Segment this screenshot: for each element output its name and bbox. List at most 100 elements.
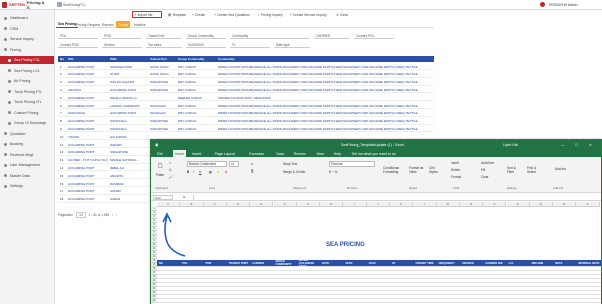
sidebar-item-group-of-surcharge[interactable]: Group Of Surcharge (0, 119, 54, 127)
excel-tab-home[interactable]: Home (172, 150, 187, 157)
addins-button[interactable]: Add-ins (555, 167, 566, 171)
column-header[interactable]: L (413, 202, 437, 207)
sidebar-item-sea-pricing-lcl[interactable]: Sea Pricing LCL (0, 67, 54, 75)
column-header[interactable]: R (553, 202, 577, 207)
conditional-formatting-button[interactable]: Conditional Formatting (383, 166, 405, 174)
group-commodity-filter[interactable]: Group Commodity (186, 33, 226, 39)
col-pol[interactable]: POL (68, 56, 74, 62)
date-to-input[interactable]: To (230, 42, 270, 48)
align-top-icon[interactable]: ≡ (251, 162, 253, 166)
format-painter-icon[interactable]: 🖌 (169, 175, 173, 179)
paste-button[interactable]: Paste (156, 173, 164, 177)
create-service-inquiry-button[interactable]: + Create Service Inquiry (288, 11, 329, 18)
sidebar-item-revenue-mngt[interactable]: Revenue Mngt (0, 151, 54, 159)
col-transit-port[interactable]: Transit Port (150, 56, 167, 62)
font-name-select[interactable]: Barlow Condensed (187, 161, 227, 167)
column-header[interactable]: E (250, 202, 274, 207)
excel-tab-view[interactable]: View (314, 150, 326, 157)
sidebar-item-settings[interactable]: Settings (0, 182, 54, 190)
column-header[interactable]: J (366, 202, 390, 207)
excel-tab-file[interactable]: File (155, 150, 165, 157)
table-row[interactable]: 4 JAKARTA HOCHIMINH PORT SINGAPORE DRY CARGO… (58, 86, 434, 94)
column-header[interactable]: Q (529, 202, 554, 207)
delete-cells-button[interactable]: Delete (451, 168, 460, 172)
sidebar-item-master-data[interactable]: Master Data (0, 172, 54, 180)
sidebar-item-truck-pricing-ftl[interactable]: Truck Pricing FTL (0, 88, 54, 96)
sidebar-item-user-management[interactable]: User Management (0, 161, 54, 169)
column-header[interactable]: P (506, 202, 530, 207)
tax-sales-filter[interactable]: Tax sales (146, 42, 182, 48)
italic-button[interactable]: I (193, 170, 194, 174)
column-header[interactable]: N (459, 202, 484, 207)
underline-button[interactable]: U (199, 170, 201, 174)
tab-pricing-request[interactable]: Pricing Request (74, 21, 102, 28)
excel-tab-tell-me-what-you-wan[interactable]: Tell me what you want to do (349, 150, 397, 157)
excel-tab-formulas[interactable]: Formulas (247, 150, 266, 157)
country-pol-filter[interactable]: Country POL (354, 33, 394, 39)
tab-inactive[interactable]: Inactive (132, 21, 148, 28)
sidebar-item-pricing[interactable]: Pricing (0, 46, 54, 54)
chevron-right-icon[interactable]: › (116, 213, 117, 217)
name-box[interactable]: C13 (153, 195, 173, 200)
sidebar-item-air-pricing[interactable]: Air Pricing (0, 77, 54, 85)
font-size-select[interactable]: 11 (229, 161, 239, 167)
column-header[interactable]: A (157, 202, 181, 207)
cut-icon[interactable]: ✂ (169, 161, 172, 165)
fill-button[interactable]: Fill (481, 168, 485, 172)
column-header[interactable]: S (576, 202, 600, 207)
borders-icon[interactable]: ▦ (209, 170, 212, 174)
template-button[interactable]: ▤ Template (166, 11, 188, 18)
country-pod-filter[interactable]: Country POD (58, 42, 98, 48)
copy-icon[interactable]: ⎘ (169, 168, 172, 172)
sidebar-item-sea-pricing-fcl[interactable]: Sea Pricing FCL (0, 56, 54, 64)
maximize-icon[interactable]: ☐ (575, 143, 578, 147)
column-header[interactable]: G (296, 202, 321, 207)
table-row[interactable]: 1 HOCHIMINH PORT GEORGETOWN HONG KONG DRY CA… (58, 63, 434, 70)
formula-input[interactable] (193, 195, 597, 200)
close-icon[interactable]: ✕ (589, 143, 592, 147)
carrier-filter[interactable]: CARRIER (314, 33, 350, 39)
column-header[interactable]: I (343, 202, 367, 207)
wrap-text-button[interactable]: Wrap Text (283, 162, 297, 166)
save-icon[interactable]: ▣ (155, 143, 158, 147)
autosum-button[interactable]: AutoSum (481, 161, 494, 165)
sidebar-item-crm[interactable]: CRM (0, 25, 54, 33)
chevron-left-icon[interactable]: ‹ (112, 213, 113, 217)
bold-button[interactable]: B (187, 170, 189, 174)
pricing-inquiry-button[interactable]: ⌕ Pricing Inquiry (256, 11, 284, 18)
table-row[interactable]: 3 HOCHIMINH PORT SAN ES SALAAM SINGAPORE DRY… (58, 79, 434, 86)
excel-tab-review[interactable]: Review (292, 150, 308, 157)
table-row[interactable]: 7 NANCHANG HOCHIMINH PORT SHANGHAI DRY CARGO… (58, 110, 434, 117)
clear-button[interactable]: ✕ Clear (334, 11, 350, 18)
date-type-filter[interactable]: Date type (274, 42, 310, 48)
notification-icon[interactable] (540, 2, 545, 7)
user-name[interactable]: PRONGXIH Admin (549, 3, 577, 7)
clear-cells-button[interactable]: Clear (481, 175, 489, 179)
sheet-body[interactable] (157, 266, 601, 304)
table-row[interactable]: 6 HOCHIMINH PORT LAZARO CARDENAS SHANGHAI DR… (58, 102, 434, 109)
import-file-button[interactable]: ⭡ Import file (132, 11, 162, 18)
pod-filter[interactable]: POD (102, 33, 142, 39)
page-size-select[interactable]: 10 (76, 211, 86, 218)
currency-icon[interactable]: $ ~ % , (329, 170, 339, 174)
column-header[interactable]: H (320, 202, 344, 207)
minimize-icon[interactable]: — (561, 143, 565, 147)
app-logo[interactable]: SEPTEN Pricing & S (2, 0, 48, 10)
service-filter[interactable]: Service (102, 42, 142, 48)
find-select-button[interactable]: Find & Select (527, 166, 541, 174)
column-header[interactable]: F (273, 202, 297, 207)
column-header[interactable]: K (390, 202, 414, 207)
table-row[interactable]: 8 HOCHIMINH PORT SONGKHLA SINGAPORE DRY CARG… (58, 118, 434, 125)
column-header[interactable]: C (203, 202, 227, 207)
format-as-table-button[interactable]: Format as Table (409, 166, 425, 174)
create-sea-quotation-button[interactable]: + Create Sea Quotation (212, 11, 252, 18)
excel-tab-data[interactable]: Data (274, 150, 286, 157)
pol-filter[interactable]: POL (58, 33, 98, 39)
sort-filter-button[interactable]: Sort & Filter (507, 166, 521, 174)
col-group-commodity[interactable]: Group Commodity (178, 56, 204, 62)
excel-tab-insert[interactable]: Insert (190, 150, 203, 157)
date-from-input[interactable]: 01/08/2024 (186, 42, 226, 48)
sidebar-item-booking[interactable]: Booking (0, 140, 54, 148)
align-left-icon[interactable]: ≣ (251, 170, 254, 174)
sidebar-item-dashboard[interactable]: Dashboard (0, 14, 54, 22)
